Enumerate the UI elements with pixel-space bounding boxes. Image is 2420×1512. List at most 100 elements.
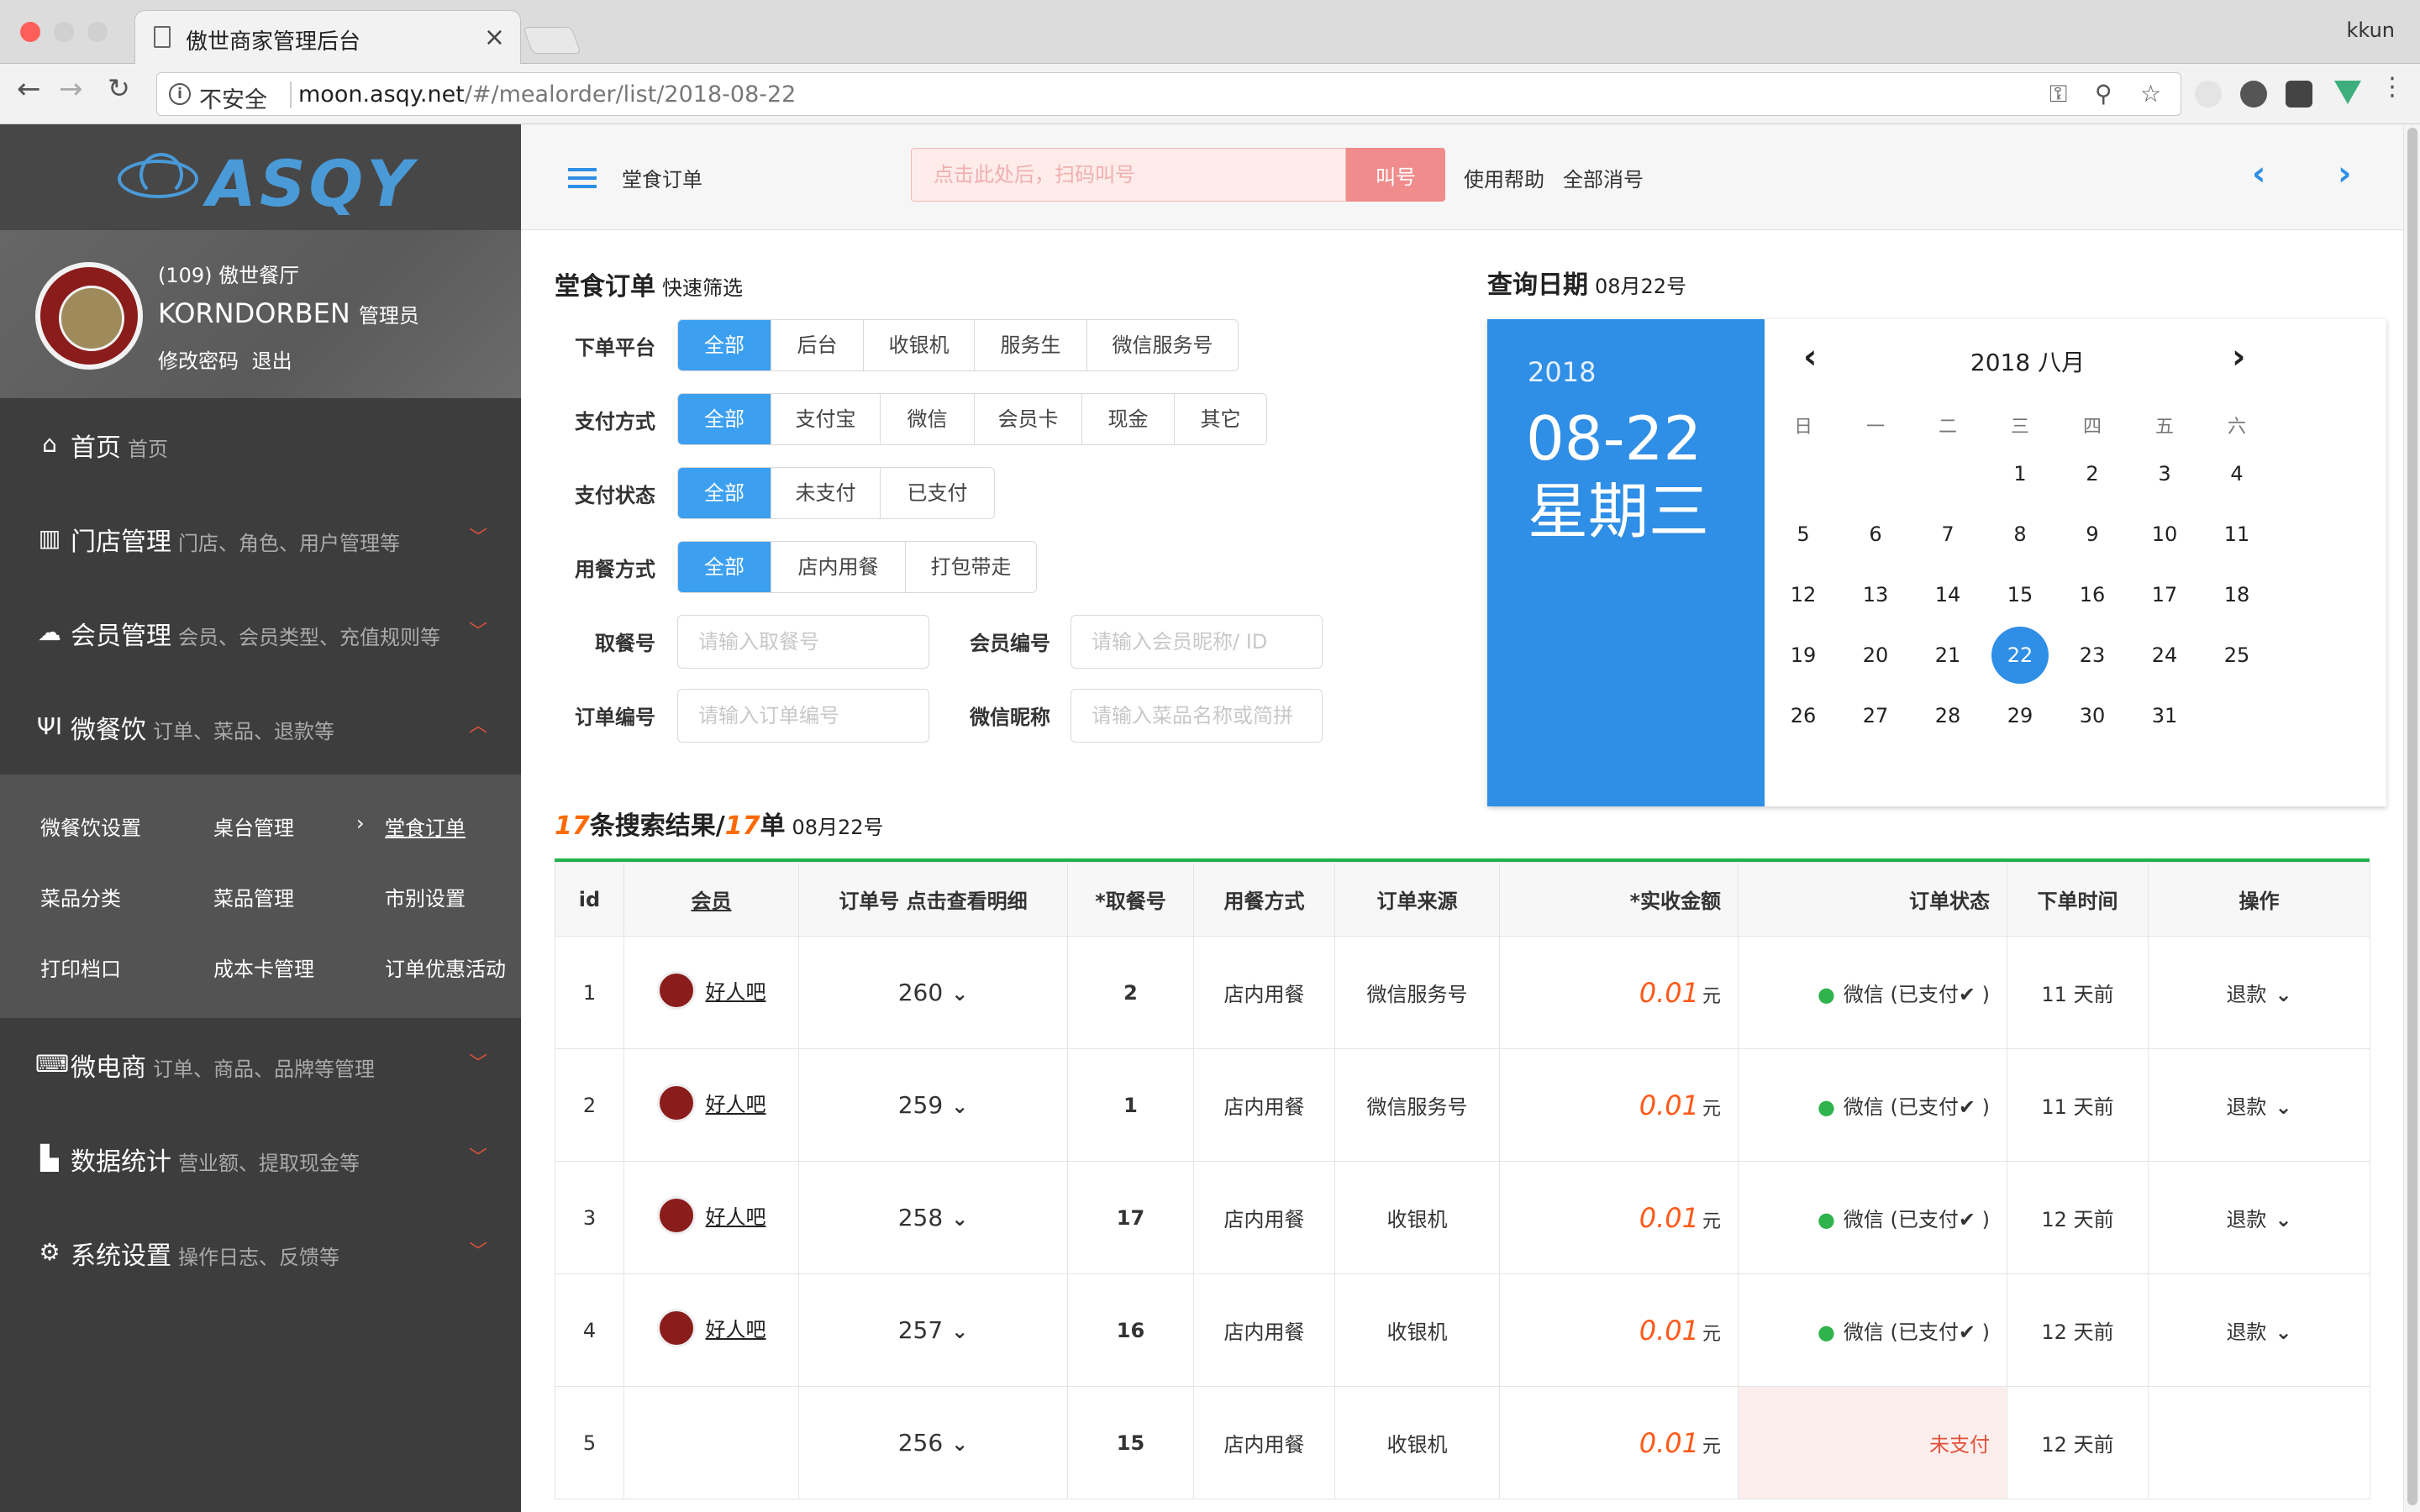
pay-status-option-unpaid[interactable]: 未支付 xyxy=(771,468,880,518)
logout-link[interactable]: 退出 xyxy=(252,349,292,373)
table-row[interactable]: 5 256 ⌄ 15 店内用餐 收银机 0.01 元 未支付 12 天前 xyxy=(555,1386,2370,1499)
table-row[interactable]: 1 好人吧 260 ⌄ 2 店内用餐 微信服务号 0.01 元 ● 微信 (已支付✔ … xyxy=(555,936,2370,1049)
calendar-day[interactable]: 21 xyxy=(1919,627,1976,684)
scan-call-input[interactable] xyxy=(911,148,1346,202)
calendar-day[interactable]: 24 xyxy=(2136,627,2193,684)
chevron-left-icon[interactable]: ‹ xyxy=(2252,155,2265,193)
calendar-day-selected[interactable]: 22 xyxy=(1991,627,2049,684)
col-order-status[interactable]: 订单状态 xyxy=(1738,862,2007,937)
calendar-day[interactable]: 8 xyxy=(1991,506,2049,563)
submenu-dine-in-orders[interactable]: 堂食订单 xyxy=(385,811,466,841)
col-pickup-number[interactable]: *取餐号 xyxy=(1067,862,1194,937)
col-dining-mode[interactable]: 用餐方式 xyxy=(1193,862,1335,937)
submenu-cost-card[interactable]: 成本卡管理 xyxy=(213,953,314,982)
close-window-button[interactable] xyxy=(20,22,40,42)
calendar-day[interactable]: 11 xyxy=(2208,506,2265,563)
scrollbar-thumb[interactable] xyxy=(2407,128,2417,1505)
next-month-icon[interactable]: › xyxy=(2232,338,2245,376)
member-id-input[interactable] xyxy=(1071,615,1323,669)
profile-name[interactable]: kkun xyxy=(2347,18,2395,42)
reload-icon[interactable]: ↻ xyxy=(108,72,130,104)
member-name[interactable]: 好人吧 xyxy=(706,975,766,1005)
submenu-table-management[interactable]: 桌台管理 xyxy=(213,811,294,841)
dining-option-takeaway[interactable]: 打包带走 xyxy=(905,542,1036,592)
pay-status-option-paid[interactable]: 已支付 xyxy=(880,468,994,518)
clear-all-numbers-link[interactable]: 全部消号 xyxy=(1563,163,1644,192)
calendar-day[interactable]: 23 xyxy=(2064,627,2121,684)
payment-option-cash[interactable]: 现金 xyxy=(1081,394,1174,444)
chevron-right-icon[interactable]: › xyxy=(2338,155,2351,193)
calendar-day[interactable]: 13 xyxy=(1847,566,1904,623)
calendar-day[interactable]: 28 xyxy=(1919,687,1976,744)
col-amount[interactable]: *实收金额 xyxy=(1499,862,1739,937)
table-row[interactable]: 3 好人吧 258 ⌄ 17 店内用餐 收银机 0.01 元 ● 微信 (已支付✔ )… xyxy=(555,1161,2370,1274)
forward-icon[interactable]: → xyxy=(59,72,83,106)
submenu-catering-settings[interactable]: 微餐饮设置 xyxy=(40,811,141,841)
col-order-time[interactable]: 下单时间 xyxy=(2007,862,2149,937)
col-actions[interactable]: 操作 xyxy=(2148,862,2370,937)
col-order-number[interactable]: 订单号 点击查看明细 xyxy=(798,862,1068,937)
hamburger-menu-icon[interactable] xyxy=(568,168,597,188)
calendar-day[interactable]: 5 xyxy=(1775,506,1832,563)
table-row[interactable]: 2 好人吧 259 ⌄ 1 店内用餐 微信服务号 0.01 元 ● 微信 (已支付✔ … xyxy=(555,1048,2370,1162)
table-row[interactable]: 4 好人吧 257 ⌄ 16 店内用餐 收银机 0.01 元 ● 微信 (已支付✔ )… xyxy=(555,1273,2370,1387)
submenu-market-settings[interactable]: 市别设置 xyxy=(385,882,466,911)
calendar-day[interactable]: 18 xyxy=(2208,566,2265,623)
platform-option-waiter[interactable]: 服务生 xyxy=(974,320,1086,370)
submenu-order-promotion[interactable]: 订单优惠活动 xyxy=(385,953,506,982)
row-order-number[interactable]: 260 ⌄ xyxy=(798,936,1068,1049)
maximize-window-button[interactable] xyxy=(87,22,108,42)
call-number-button[interactable]: 叫号 xyxy=(1346,148,1445,202)
wechat-nickname-input[interactable] xyxy=(1071,689,1323,743)
row-order-number[interactable]: 256 ⌄ xyxy=(798,1386,1068,1499)
member-cell[interactable]: 好人吧 xyxy=(656,1083,766,1122)
col-id[interactable]: id xyxy=(555,862,624,937)
payment-option-member-card[interactable]: 会员卡 xyxy=(974,394,1081,444)
submenu-dish-management[interactable]: 菜品管理 xyxy=(213,882,294,911)
sidebar-item-system[interactable]: ⚙ 系统设置 操作日志、反馈等 ﹀ xyxy=(0,1206,521,1300)
calendar-day[interactable]: 4 xyxy=(2208,445,2265,502)
help-link[interactable]: 使用帮助 xyxy=(1464,163,1544,192)
calendar-day[interactable]: 9 xyxy=(2064,506,2121,563)
calendar-day[interactable]: 7 xyxy=(1919,506,1976,563)
member-cell[interactable]: 好人吧 xyxy=(656,970,766,1010)
sidebar-item-home[interactable]: ⌂ 首页 首页 xyxy=(0,398,521,492)
platform-option-all[interactable]: 全部 xyxy=(678,320,771,370)
tab-close-icon[interactable]: × xyxy=(484,23,505,52)
dining-option-all[interactable]: 全部 xyxy=(678,542,771,592)
row-order-number[interactable]: 257 ⌄ xyxy=(798,1273,1068,1387)
sidebar-item-member[interactable]: ☁ 会员管理 会员、会员类型、充值规则等 ﹀ xyxy=(0,586,521,680)
calendar-day[interactable]: 15 xyxy=(1991,566,2049,623)
calendar-day[interactable]: 12 xyxy=(1775,566,1832,623)
calendar-day[interactable]: 19 xyxy=(1775,627,1832,684)
member-cell[interactable]: 好人吧 xyxy=(656,1195,766,1235)
bookmark-star-icon[interactable]: ☆ xyxy=(2140,80,2161,108)
calendar-day[interactable]: 29 xyxy=(1991,687,2049,744)
zoom-icon[interactable]: ⚲ xyxy=(2095,80,2112,108)
refund-button[interactable]: 退款 ⌄ xyxy=(2226,983,2291,1006)
refund-button[interactable]: 退款 ⌄ xyxy=(2226,1095,2291,1119)
extension-icon[interactable] xyxy=(2195,81,2222,108)
dining-option-dine-in[interactable]: 店内用餐 xyxy=(771,542,905,592)
pay-status-option-all[interactable]: 全部 xyxy=(678,468,771,518)
refund-button[interactable]: 退款 ⌄ xyxy=(2226,1208,2291,1231)
calendar-day[interactable]: 26 xyxy=(1775,687,1832,744)
change-password-link[interactable]: 修改密码 xyxy=(158,349,239,373)
calendar-day[interactable]: 25 xyxy=(2208,627,2265,684)
calendar-day[interactable]: 6 xyxy=(1847,506,1904,563)
url-text[interactable]: moon.asqy.net/#/mealorder/list/2018-08-2… xyxy=(292,81,796,108)
platform-option-backend[interactable]: 后台 xyxy=(771,320,863,370)
payment-option-alipay[interactable]: 支付宝 xyxy=(771,394,880,444)
new-tab-button[interactable] xyxy=(523,27,581,54)
calendar-day[interactable]: 17 xyxy=(2136,566,2193,623)
sidebar-item-store[interactable]: ▥ 门店管理 门店、角色、用户管理等 ﹀ xyxy=(0,492,521,586)
payment-option-other[interactable]: 其它 xyxy=(1174,394,1266,444)
calendar-day[interactable]: 31 xyxy=(2136,687,2193,744)
calendar-day[interactable]: 27 xyxy=(1847,687,1904,744)
submenu-dish-category[interactable]: 菜品分类 xyxy=(40,882,121,911)
calendar-day[interactable]: 1 xyxy=(1991,445,2049,502)
browser-tab[interactable]: 傲世商家管理后台 × xyxy=(134,10,521,64)
payment-option-wechat[interactable]: 微信 xyxy=(880,394,974,444)
col-order-source[interactable]: 订单来源 xyxy=(1334,862,1500,937)
url-box[interactable]: i 不安全 moon.asqy.net/#/mealorder/list/201… xyxy=(156,72,2181,116)
